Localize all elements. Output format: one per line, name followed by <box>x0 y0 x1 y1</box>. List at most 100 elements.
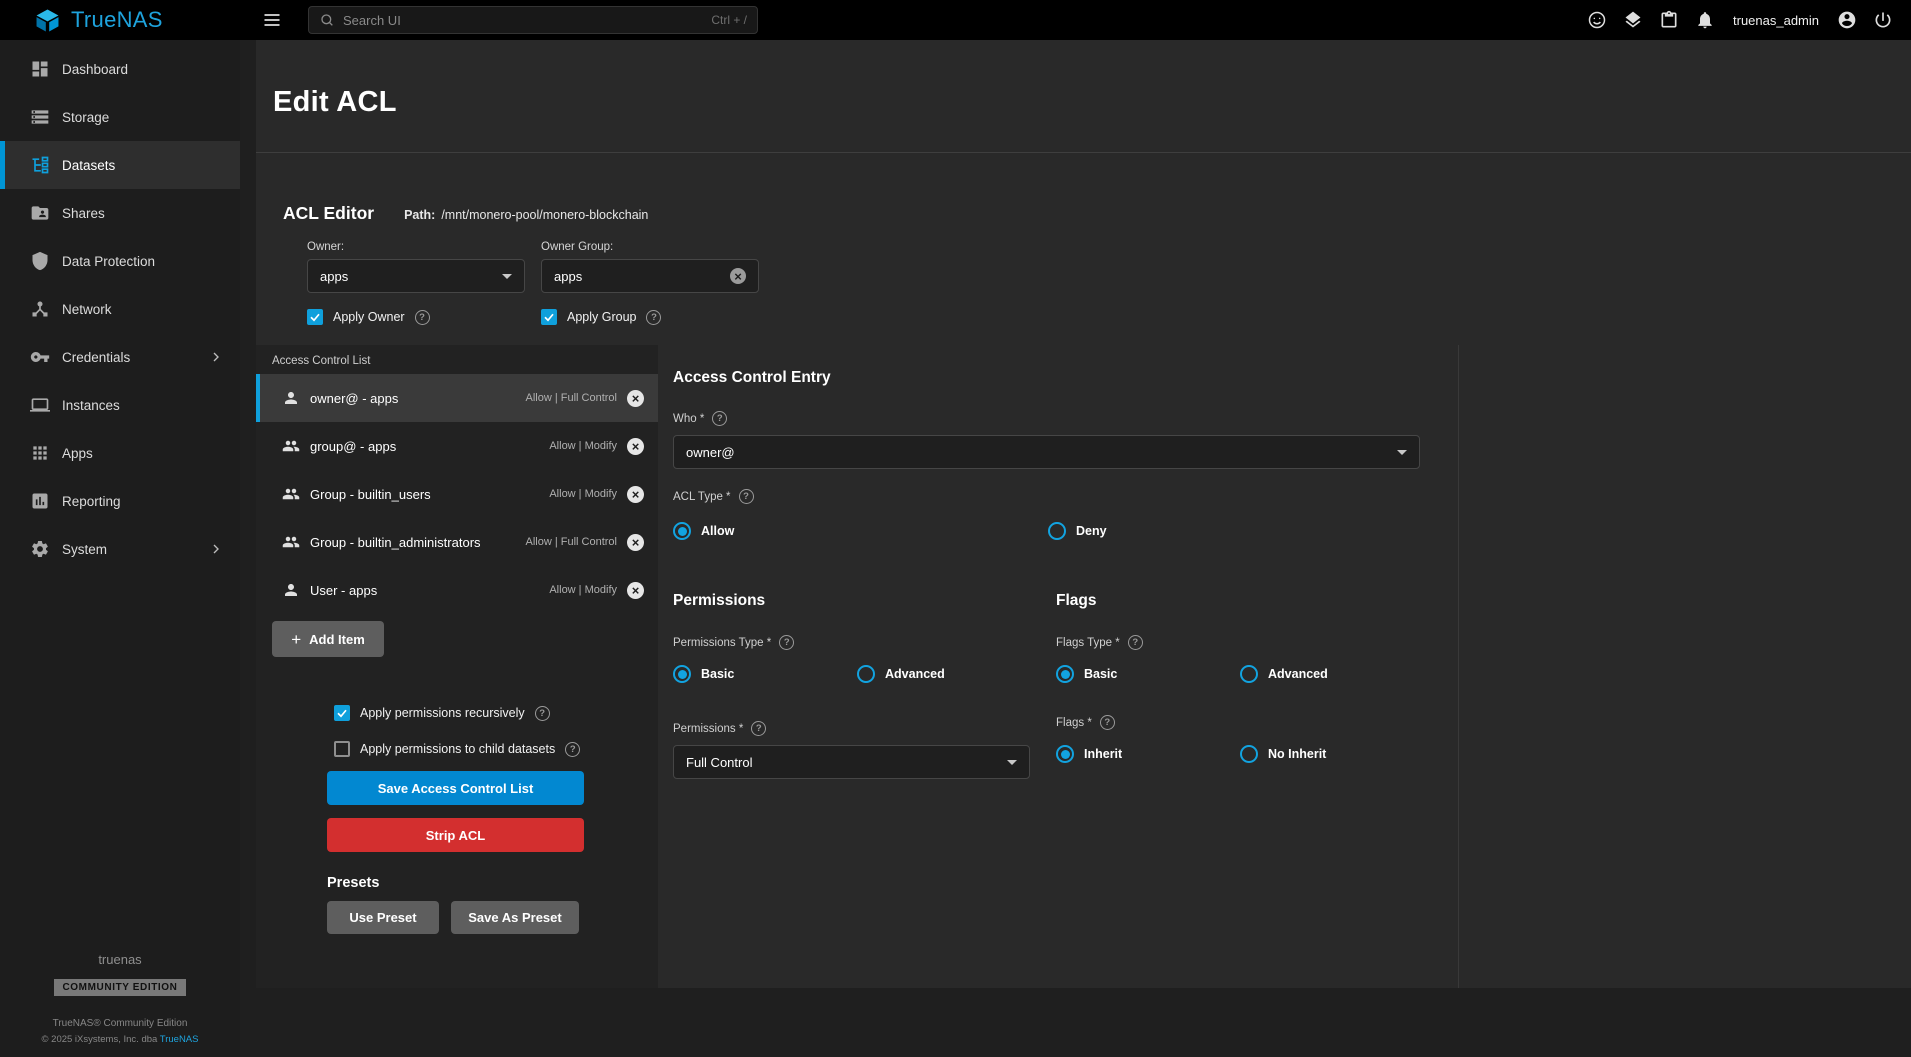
acl-list-heading: Access Control List <box>256 345 658 374</box>
remove-entry-icon[interactable] <box>627 486 644 503</box>
radio-label: Basic <box>701 667 734 681</box>
copyright-text: © 2025 iXsystems, Inc. dba <box>42 1034 158 1045</box>
flags-type-advanced-radio[interactable]: Advanced <box>1240 665 1328 683</box>
sidebar-item-label: Instances <box>62 398 120 413</box>
apply-group-checkbox[interactable] <box>541 309 557 325</box>
permissions-select[interactable]: Full Control <box>673 745 1030 779</box>
group-icon <box>282 533 300 551</box>
help-icon[interactable] <box>739 489 754 504</box>
owner-value: apps <box>320 269 348 284</box>
bar-chart-icon <box>30 491 50 511</box>
sidebar-item-dashboard[interactable]: Dashboard <box>0 45 240 93</box>
who-select[interactable]: owner@ <box>673 435 1420 469</box>
remove-entry-icon[interactable] <box>627 582 644 599</box>
truenas-logo[interactable]: TrueNAS <box>0 7 240 34</box>
help-icon[interactable] <box>415 310 430 325</box>
acl-entry-name: owner@ - apps <box>310 391 516 406</box>
dashboard-icon <box>30 59 50 79</box>
apply-child-datasets-checkbox[interactable] <box>334 741 350 757</box>
acl-editor-card: ACL Editor Path:/mnt/monero-pool/monero-… <box>256 153 1911 988</box>
child-datasets-row: Apply permissions to child datasets <box>334 741 658 757</box>
shares-folder-icon <box>30 203 50 223</box>
apply-recursively-checkbox[interactable] <box>334 705 350 721</box>
sidebar-item-storage[interactable]: Storage <box>0 93 240 141</box>
sidebar-item-data-protection[interactable]: Data Protection <box>0 237 240 285</box>
alerts-bell-icon[interactable] <box>1695 10 1715 30</box>
truenas-app: TrueNAS Ctrl + / truenas_admi <box>0 0 1911 1057</box>
acl-entry-row[interactable]: group@ - apps Allow | Modify <box>256 422 658 470</box>
jobs-clipboard-icon[interactable] <box>1659 10 1679 30</box>
clear-x-icon[interactable] <box>730 268 746 284</box>
help-icon[interactable] <box>646 310 661 325</box>
sidebar-item-label: Storage <box>62 110 109 125</box>
topbar-actions: truenas_admin <box>1587 10 1911 30</box>
save-acl-button[interactable]: Save Access Control List <box>327 771 584 805</box>
sidebar-item-shares[interactable]: Shares <box>0 189 240 237</box>
owner-group-input[interactable]: apps <box>541 259 759 293</box>
truenas-link[interactable]: TrueNAS <box>160 1034 199 1045</box>
acl-entry-name: group@ - apps <box>310 439 539 454</box>
help-icon[interactable] <box>535 706 550 721</box>
apply-owner-label: Apply Owner <box>333 310 405 324</box>
page-header: Edit ACL <box>256 40 1911 152</box>
network-hub-icon <box>30 299 50 319</box>
apply-owner-checkbox[interactable] <box>307 309 323 325</box>
flags-no-inherit-radio[interactable]: No Inherit <box>1240 745 1326 763</box>
save-as-preset-button[interactable]: Save As Preset <box>451 901 579 934</box>
feedback-smiley-icon[interactable] <box>1587 10 1607 30</box>
owner-select[interactable]: apps <box>307 259 525 293</box>
power-icon[interactable] <box>1873 10 1893 30</box>
updates-layers-icon[interactable] <box>1623 10 1643 30</box>
help-icon[interactable] <box>751 721 766 736</box>
help-icon[interactable] <box>1128 635 1143 650</box>
strip-acl-button[interactable]: Strip ACL <box>327 818 584 852</box>
sidebar-item-reporting[interactable]: Reporting <box>0 477 240 525</box>
acl-editor-header: ACL Editor Path:/mnt/monero-pool/monero-… <box>256 153 1911 345</box>
menu-toggle-icon[interactable] <box>262 10 282 30</box>
acl-entry-permission: Allow | Modify <box>549 488 617 500</box>
sidebar-item-credentials[interactable]: Credentials <box>0 333 240 381</box>
acl-entry-permission: Allow | Full Control <box>526 536 618 548</box>
access-control-entry-panel: Access Control Entry Who * owner@ <box>658 345 1911 988</box>
user-avatar-icon[interactable] <box>1837 10 1857 30</box>
sidebar-item-system[interactable]: System <box>0 525 240 573</box>
radio-icon <box>673 665 691 683</box>
acl-entry-permission: Allow | Modify <box>549 584 617 596</box>
help-icon[interactable] <box>712 411 727 426</box>
acl-entry-row[interactable]: Group - builtin_administrators Allow | F… <box>256 518 658 566</box>
sidebar-item-network[interactable]: Network <box>0 285 240 333</box>
add-item-button[interactable]: Add Item <box>272 621 384 657</box>
flags-type-basic-radio[interactable]: Basic <box>1056 665 1240 683</box>
acl-type-allow-radio[interactable]: Allow <box>673 522 1048 540</box>
chevron-down-icon <box>1397 450 1407 455</box>
acl-type-deny-radio[interactable]: Deny <box>1048 522 1107 540</box>
who-label: Who * <box>673 413 704 425</box>
path-label: Path: <box>404 208 435 222</box>
flags-type-label: Flags Type * <box>1056 637 1120 649</box>
search-input[interactable] <box>343 13 703 28</box>
help-icon[interactable] <box>565 742 580 757</box>
sidebar-item-instances[interactable]: Instances <box>0 381 240 429</box>
radio-icon <box>673 522 691 540</box>
acl-entry-permission: Allow | Full Control <box>526 392 618 404</box>
truenas-logo-icon <box>34 7 61 34</box>
permissions-type-basic-radio[interactable]: Basic <box>673 665 857 683</box>
flags-inherit-radio[interactable]: Inherit <box>1056 745 1240 763</box>
remove-entry-icon[interactable] <box>627 438 644 455</box>
acl-entry-row[interactable]: owner@ - apps Allow | Full Control <box>256 374 658 422</box>
remove-entry-icon[interactable] <box>627 534 644 551</box>
radio-icon <box>1048 522 1066 540</box>
sidebar-item-label: Apps <box>62 446 93 461</box>
radio-label: Inherit <box>1084 747 1122 761</box>
acl-entry-row[interactable]: Group - builtin_users Allow | Modify <box>256 470 658 518</box>
remove-entry-icon[interactable] <box>627 390 644 407</box>
acl-entry-row[interactable]: User - apps Allow | Modify <box>256 566 658 614</box>
help-icon[interactable] <box>779 635 794 650</box>
acl-entry-name: Group - builtin_administrators <box>310 535 516 550</box>
apply-group-label: Apply Group <box>567 310 636 324</box>
sidebar-item-apps[interactable]: Apps <box>0 429 240 477</box>
help-icon[interactable] <box>1100 715 1115 730</box>
use-preset-button[interactable]: Use Preset <box>327 901 439 934</box>
sidebar-item-datasets[interactable]: Datasets <box>0 141 240 189</box>
permissions-type-advanced-radio[interactable]: Advanced <box>857 665 945 683</box>
